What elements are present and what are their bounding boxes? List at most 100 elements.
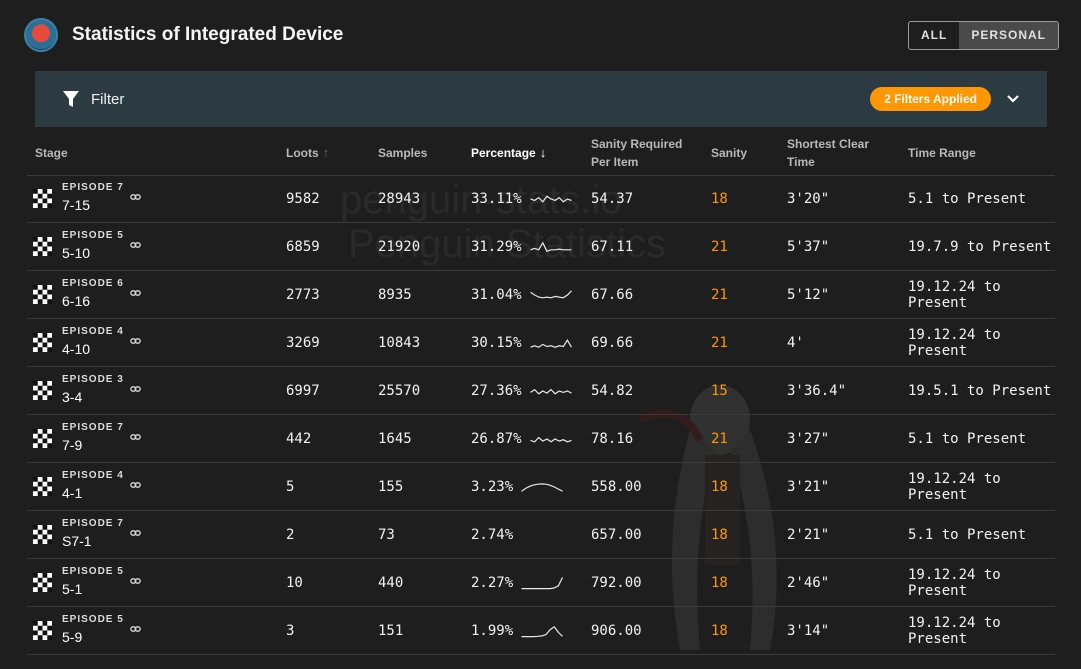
trend-sparkline (521, 482, 563, 492)
loots-cell: 10 (286, 574, 303, 591)
stage-checker-icon (33, 333, 52, 352)
per-item-cell: 558.00 (591, 478, 642, 495)
percentage-value: 3.23% (471, 478, 514, 495)
samples-cell: 155 (378, 478, 404, 495)
stage-checker-icon (33, 525, 52, 544)
link-icon[interactable] (130, 385, 141, 393)
table-row[interactable]: EPISODE 5 5-9 3 151 1.99% 906.00 18 3'14" 19.12.… (27, 607, 1055, 655)
page: penguin-stats.io Penguin Statistics Stat… (0, 0, 1081, 669)
samples-cell: 151 (378, 622, 404, 639)
clear-time-cell: 3'20" (787, 190, 830, 207)
column-sanity[interactable]: Sanity (711, 131, 747, 175)
time-range-cell: 19.12.24 to Present (908, 278, 1001, 311)
column-time-range[interactable]: Time Range (908, 131, 976, 175)
link-icon[interactable] (130, 433, 141, 441)
time-range-cell: 19.12.24 to Present (908, 326, 1001, 359)
loots-cell: 6997 (286, 382, 320, 399)
table-row[interactable]: EPISODE 7 7-15 9582 28943 33.11% 54.37 18 3'20"… (27, 175, 1055, 223)
stage-code: S7-1 (62, 533, 92, 549)
percentage-value: 2.27% (471, 574, 514, 591)
link-icon[interactable] (130, 193, 141, 201)
zone-label: EPISODE 7 (62, 182, 124, 193)
percentage-cell: 27.36% (471, 367, 572, 414)
percentage-value: 33.11% (471, 190, 522, 207)
toggle-personal-button[interactable]: PERSONAL (959, 21, 1058, 49)
table-row[interactable]: EPISODE 4 4-1 5 155 3.23% 558.00 18 3'21" 19.12.… (27, 463, 1055, 511)
trend-sparkline (529, 194, 572, 203)
sparkline-path (529, 388, 572, 395)
time-range-cell: 5.1 to Present (908, 526, 1027, 543)
column-clear-time[interactable]: Shortest Clear Time (787, 131, 869, 175)
column-loots[interactable]: Loots ↑ (286, 131, 329, 175)
column-sanity-per-item[interactable]: Sanity Required Per Item (591, 131, 682, 175)
table-row[interactable]: EPISODE 7 7-9 442 1645 26.87% 78.16 21 3'27" 5.1… (27, 415, 1055, 463)
time-range-cell: 19.12.24 to Present (908, 470, 1001, 503)
stage-code: 7-15 (62, 197, 91, 213)
column-stage[interactable]: Stage (35, 131, 68, 175)
per-item-cell: 67.66 (591, 286, 634, 303)
page-title: Statistics of Integrated Device (72, 24, 344, 45)
loots-cell: 5 (286, 478, 295, 495)
stage-checker-icon (33, 237, 52, 256)
clear-time-cell: 2'21" (787, 526, 830, 543)
zone-label: EPISODE 5 (62, 566, 124, 577)
clear-time-cell: 4' (787, 334, 804, 351)
percentage-value: 31.04% (471, 286, 522, 303)
filters-applied-badge: 2 Filters Applied (870, 87, 991, 111)
samples-cell: 25570 (378, 382, 421, 399)
link-icon[interactable] (130, 289, 141, 297)
link-icon[interactable] (130, 241, 141, 249)
table-row[interactable]: EPISODE 5 5-1 10 440 2.27% 792.00 18 2'46" 19.12… (27, 559, 1055, 607)
sort-up-icon: ↑ (322, 145, 330, 160)
stage-code: 5-10 (62, 245, 91, 261)
percentage-cell: 26.87% (471, 415, 572, 462)
stage-code: 3-4 (62, 389, 83, 405)
sanity-cell: 21 (711, 334, 728, 351)
percentage-cell: 31.04% (471, 271, 572, 318)
link-icon[interactable] (130, 481, 141, 489)
sort-down-icon: ↓ (539, 145, 547, 160)
loots-cell: 3 (286, 622, 295, 639)
table-row[interactable]: EPISODE 3 3-4 6997 25570 27.36% 54.82 15 3'36.4… (27, 367, 1055, 415)
sanity-cell: 21 (711, 286, 728, 303)
percentage-value: 27.36% (471, 382, 522, 399)
sanity-cell: 18 (711, 478, 728, 495)
device-avatar-icon (24, 18, 58, 52)
stage-code: 7-9 (62, 437, 83, 453)
sanity-cell: 18 (711, 622, 728, 639)
link-icon[interactable] (130, 337, 141, 345)
table-row[interactable]: EPISODE 4 4-10 3269 10843 30.15% 69.66 21 4' 19.… (27, 319, 1055, 367)
table-row[interactable]: EPISODE 6 6-16 2773 8935 31.04% 67.66 21 5'12" 1… (27, 271, 1055, 319)
table-row[interactable]: EPISODE 5 5-10 6859 21920 31.29% 67.11 21 5'37"… (27, 223, 1055, 271)
filter-funnel-icon (63, 91, 79, 107)
sanity-cell: 21 (711, 430, 728, 447)
column-samples[interactable]: Samples (378, 131, 427, 175)
link-icon[interactable] (130, 529, 141, 537)
column-percentage[interactable]: Percentage ↓ (471, 131, 546, 175)
toggle-all-button[interactable]: ALL (909, 22, 959, 49)
sparkline-path (529, 241, 572, 252)
trend-sparkline (529, 338, 572, 348)
zone-label: EPISODE 4 (62, 470, 124, 481)
link-icon[interactable] (130, 577, 141, 585)
zone-label: EPISODE 7 (62, 518, 124, 529)
table-row[interactable]: EPISODE 7 S7-1 2 73 2.74% 657.00 18 2'21" 5.1 to… (27, 511, 1055, 559)
loots-cell: 9582 (286, 190, 320, 207)
zone-label: EPISODE 4 (62, 326, 124, 337)
trend-sparkline (529, 388, 572, 395)
clear-time-cell: 5'37" (787, 238, 830, 255)
per-item-cell: 78.16 (591, 430, 634, 447)
stage-code: 5-9 (62, 629, 83, 645)
sanity-cell: 18 (711, 190, 728, 207)
percentage-value: 2.74% (471, 526, 514, 543)
clear-time-cell: 3'36.4" (787, 382, 847, 399)
percentage-cell: 30.15% (471, 319, 572, 366)
link-icon[interactable] (130, 625, 141, 633)
filter-bar[interactable]: Filter 2 Filters Applied (35, 71, 1047, 127)
loots-cell: 6859 (286, 238, 320, 255)
per-item-cell: 54.82 (591, 382, 634, 399)
time-range-cell: 19.7.9 to Present (908, 238, 1052, 255)
stage-checker-icon (33, 573, 52, 592)
time-range-cell: 19.12.24 to Present (908, 566, 1001, 599)
chevron-down-icon[interactable] (1005, 91, 1021, 107)
